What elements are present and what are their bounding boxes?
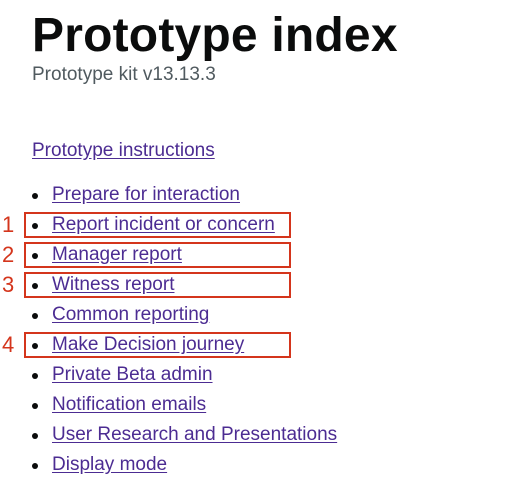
link-user-research-and-presentations[interactable]: User Research and Presentations bbox=[52, 424, 337, 445]
bullet-icon bbox=[32, 463, 38, 469]
annotation-number-4: 4 bbox=[2, 332, 15, 357]
list-item: Private Beta admin bbox=[32, 363, 337, 393]
link-display-mode[interactable]: Display mode bbox=[52, 454, 167, 475]
annotation-box-3 bbox=[24, 272, 291, 298]
prototype-instructions-link[interactable]: Prototype instructions bbox=[32, 139, 215, 163]
bullet-icon bbox=[32, 313, 38, 319]
list-item: User Research and Presentations bbox=[32, 423, 337, 453]
annotation-number-1: 1 bbox=[2, 212, 15, 237]
annotation-box-2 bbox=[24, 242, 291, 268]
page-title: Prototype index bbox=[32, 9, 398, 62]
annotation-box-1 bbox=[24, 212, 291, 238]
list-item: Notification emails bbox=[32, 393, 337, 423]
link-prepare-for-interaction[interactable]: Prepare for interaction bbox=[52, 184, 240, 205]
list-item: Prepare for interaction bbox=[32, 183, 337, 213]
bullet-icon bbox=[32, 193, 38, 199]
list-item: Display mode bbox=[32, 453, 337, 483]
kit-version: Prototype kit v13.13.3 bbox=[32, 64, 216, 85]
link-private-beta-admin[interactable]: Private Beta admin bbox=[52, 364, 213, 385]
annotation-box-4 bbox=[24, 332, 291, 358]
list-item: Common reporting bbox=[32, 303, 337, 333]
bullet-icon bbox=[32, 433, 38, 439]
bullet-icon bbox=[32, 403, 38, 409]
bullet-icon bbox=[32, 373, 38, 379]
link-notification-emails[interactable]: Notification emails bbox=[52, 394, 206, 415]
annotation-number-3: 3 bbox=[2, 272, 15, 297]
link-common-reporting[interactable]: Common reporting bbox=[52, 304, 209, 325]
annotation-number-2: 2 bbox=[2, 242, 15, 267]
